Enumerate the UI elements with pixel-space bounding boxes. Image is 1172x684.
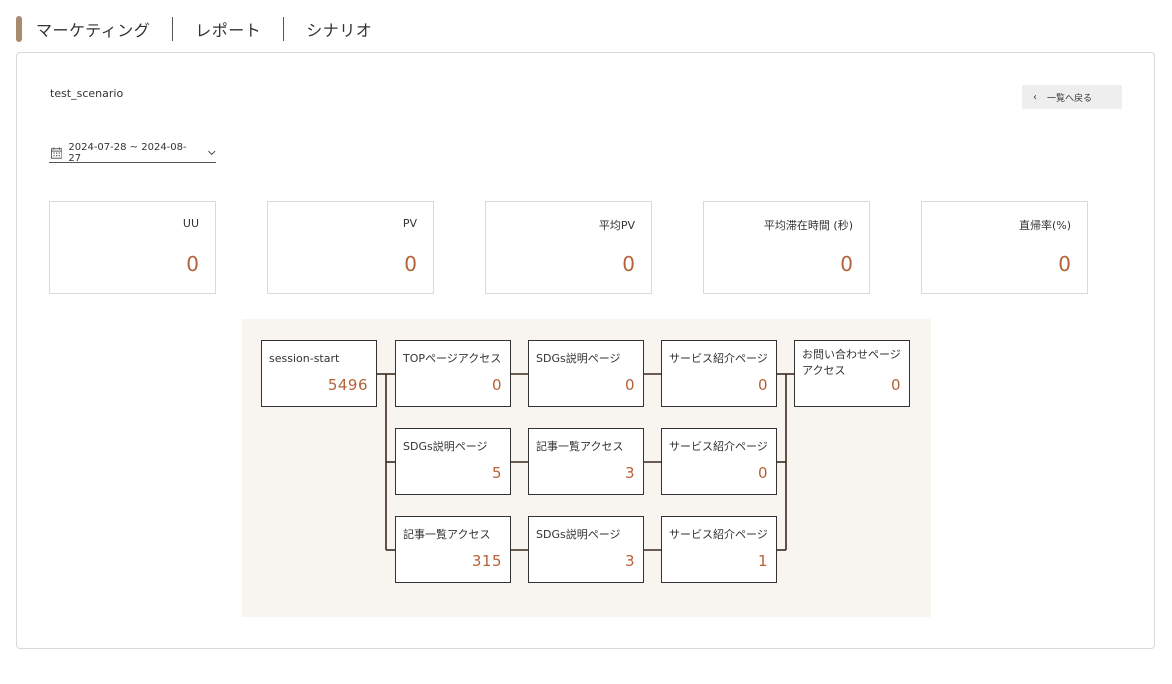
breadcrumb-divider bbox=[283, 17, 285, 41]
stat-label: 平均滞在時間 (秒) bbox=[763, 219, 853, 232]
scenario-name: test_scenario bbox=[50, 87, 124, 100]
flow-node-value: 3 bbox=[624, 464, 635, 482]
stat-card-avg-pv: 平均PV 0 bbox=[485, 201, 652, 294]
flow-node: TOPページアクセス 0 bbox=[395, 340, 511, 407]
flow-node-value: 1 bbox=[757, 552, 768, 570]
flow-node-label: SDGs説明ページ bbox=[536, 352, 621, 365]
flow-node-value: 0 bbox=[757, 464, 768, 482]
flow-node-label: サービス紹介ページ bbox=[669, 440, 768, 453]
flow-node: 記事一覧アクセス 3 bbox=[528, 428, 644, 495]
flow-node: SDGs説明ページ 3 bbox=[528, 516, 644, 583]
stat-value: 0 bbox=[186, 252, 199, 276]
breadcrumb-accent-bar bbox=[16, 16, 22, 42]
back-to-list-button[interactable]: ‹ 一覧へ戻る bbox=[1022, 85, 1122, 109]
flow-node: サービス紹介ページ 0 bbox=[661, 340, 777, 407]
date-range-picker[interactable]: 2024-07-28 ~ 2024-08-27 bbox=[49, 141, 216, 164]
stat-card-avg-duration: 平均滞在時間 (秒) 0 bbox=[703, 201, 870, 294]
flow-node-value: 315 bbox=[471, 552, 502, 570]
flow-node: SDGs説明ページ 0 bbox=[528, 340, 644, 407]
stat-label: UU bbox=[182, 217, 199, 230]
flow-node-value: 5 bbox=[491, 464, 502, 482]
flow-node-label: session-start bbox=[269, 352, 340, 365]
flow-node-value: 0 bbox=[624, 376, 635, 394]
flow-node: SDGs説明ページ 5 bbox=[395, 428, 511, 495]
breadcrumb-divider bbox=[172, 17, 174, 41]
flow-node-value: 0 bbox=[757, 376, 768, 394]
stat-label: PV bbox=[402, 217, 417, 230]
flow-node-session-start: session-start 5496 bbox=[261, 340, 377, 407]
back-to-list-label: 一覧へ戻る bbox=[1047, 93, 1093, 104]
flow-node: 記事一覧アクセス 315 bbox=[395, 516, 511, 583]
flow-node-label: SDGs説明ページ bbox=[536, 528, 621, 541]
flow-node-label: お問い合わせページアクセス bbox=[802, 348, 901, 377]
flow-node-label: サービス紹介ページ bbox=[669, 352, 768, 365]
stat-label: 直帰率(%) bbox=[1018, 219, 1071, 232]
breadcrumb-scenario: シナリオ bbox=[306, 21, 373, 40]
flow-node-value: 0 bbox=[890, 376, 901, 394]
flow-node-label: SDGs説明ページ bbox=[403, 440, 488, 453]
chevron-down-icon bbox=[207, 150, 215, 155]
stat-value: 0 bbox=[622, 252, 635, 276]
flow-node-goal: お問い合わせページアクセス 0 bbox=[794, 340, 910, 407]
stat-value: 0 bbox=[404, 252, 417, 276]
flow-node-value: 5496 bbox=[327, 376, 368, 394]
flow-node-label: TOPページアクセス bbox=[403, 352, 502, 365]
flow-node-label: サービス紹介ページ bbox=[669, 528, 768, 541]
flow-node-value: 0 bbox=[491, 376, 502, 394]
stat-label: 平均PV bbox=[598, 219, 635, 232]
stat-card-uu: UU 0 bbox=[49, 201, 216, 294]
calendar-icon bbox=[51, 146, 63, 159]
scenario-flow-diagram: session-start 5496 TOPページアクセス 0 SDGs説明ペー… bbox=[242, 319, 931, 617]
flow-node-label: 記事一覧アクセス bbox=[403, 528, 491, 541]
breadcrumb-report[interactable]: レポート bbox=[195, 17, 261, 41]
chevron-left-icon: ‹ bbox=[1033, 91, 1037, 103]
stat-value: 0 bbox=[1058, 252, 1071, 276]
stat-value: 0 bbox=[840, 252, 853, 276]
flow-node-label: 記事一覧アクセス bbox=[536, 440, 624, 453]
stat-card-pv: PV 0 bbox=[267, 201, 434, 294]
flow-node-value: 3 bbox=[624, 552, 635, 570]
breadcrumb-marketing[interactable]: マーケティング bbox=[36, 17, 150, 41]
flow-node: サービス紹介ページ 0 bbox=[661, 428, 777, 495]
scenario-report-panel: test_scenario ‹ 一覧へ戻る 2024-07-28 ~ 2024-… bbox=[16, 52, 1155, 649]
breadcrumb: マーケティング レポート シナリオ bbox=[16, 16, 372, 42]
date-range-value: 2024-07-28 ~ 2024-08-27 bbox=[68, 141, 187, 164]
flow-node: サービス紹介ページ 1 bbox=[661, 516, 777, 583]
stat-card-bounce-rate: 直帰率(%) 0 bbox=[921, 201, 1088, 294]
